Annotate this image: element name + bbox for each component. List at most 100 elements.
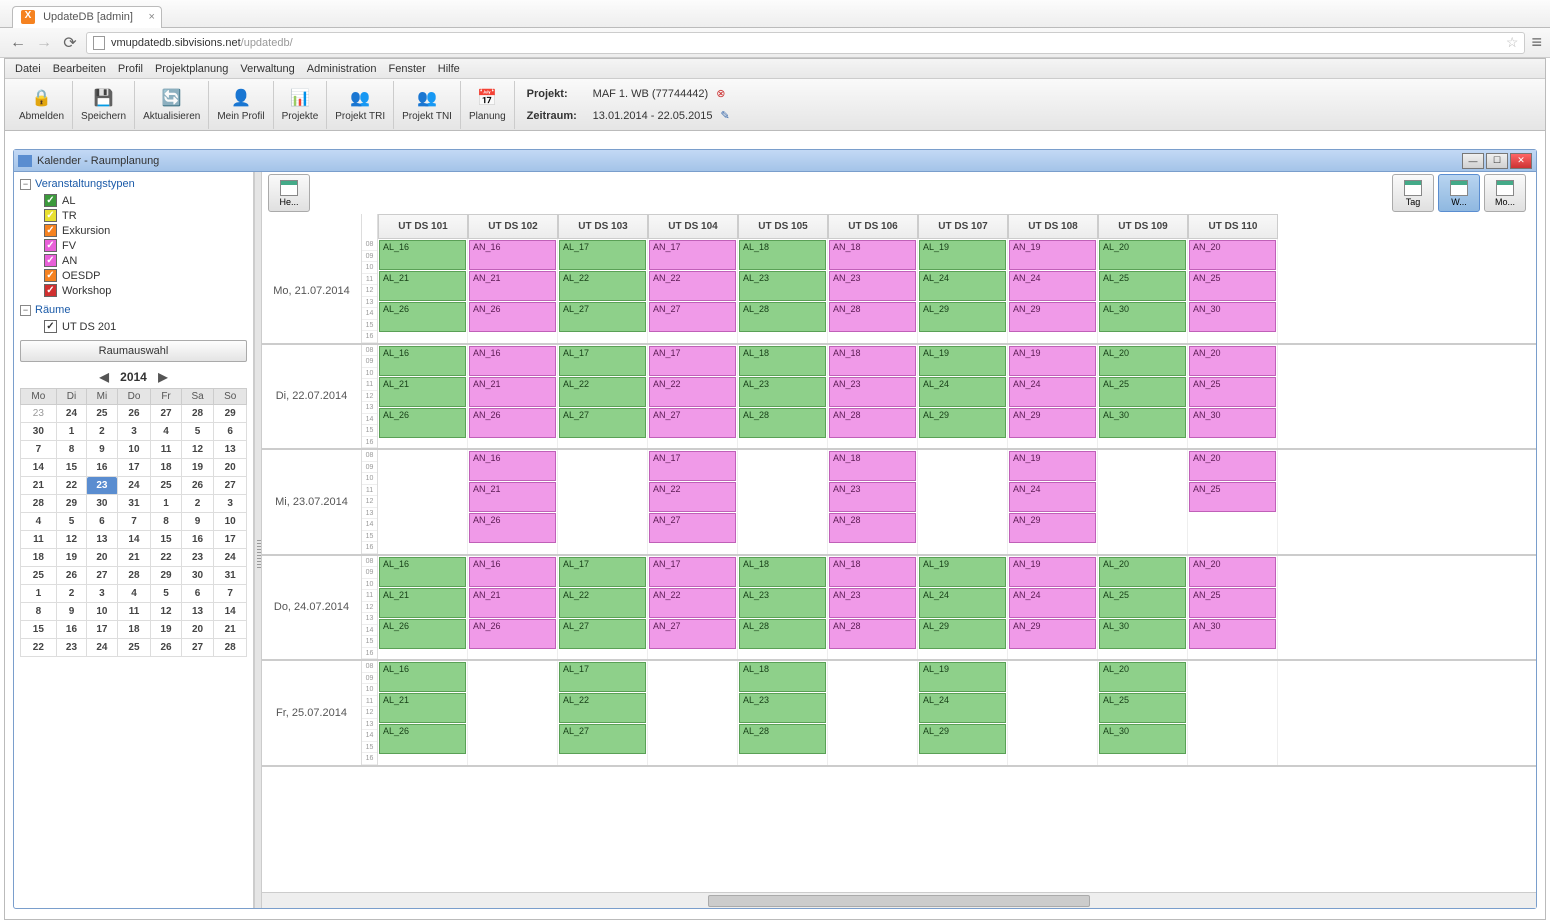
cal-day[interactable]: 3 <box>117 423 151 441</box>
an-event[interactable]: AN_21 <box>469 271 556 301</box>
cal-day[interactable]: 20 <box>214 459 247 477</box>
cal-day[interactable]: 3 <box>87 585 117 603</box>
toolbar-aktualisieren[interactable]: 🔄Aktualisieren <box>135 81 209 129</box>
al-event[interactable]: AL_27 <box>559 724 646 754</box>
cal-day[interactable]: 11 <box>151 441 181 459</box>
view-w[interactable]: W... <box>1438 174 1480 212</box>
cal-day[interactable]: 26 <box>56 567 86 585</box>
checkbox-icon[interactable]: ✓ <box>44 224 57 237</box>
an-event[interactable]: AN_26 <box>469 302 556 332</box>
cal-day[interactable]: 6 <box>87 513 117 531</box>
an-event[interactable]: AN_17 <box>649 451 736 481</box>
nav-back-icon[interactable]: ← <box>8 34 28 52</box>
al-event[interactable]: AL_29 <box>919 619 1006 649</box>
cal-day[interactable]: 23 <box>87 477 117 495</box>
room-cell[interactable]: AN_17AN_22AN_27 <box>648 450 738 554</box>
checkbox-icon[interactable]: ✓ <box>44 269 57 282</box>
menu-profil[interactable]: Profil <box>112 63 149 75</box>
cal-day[interactable]: 12 <box>181 441 214 459</box>
cal-day[interactable]: 9 <box>56 603 86 621</box>
al-event[interactable]: AL_20 <box>1099 557 1186 587</box>
an-event[interactable]: AN_22 <box>649 588 736 618</box>
proj-close-icon[interactable]: ⊗ <box>716 87 725 100</box>
cal-day[interactable]: 12 <box>151 603 181 621</box>
an-event[interactable]: AN_30 <box>1189 302 1276 332</box>
cal-day[interactable]: 5 <box>181 423 214 441</box>
cal-day[interactable]: 14 <box>21 459 57 477</box>
menu-datei[interactable]: Datei <box>9 63 47 75</box>
year-next-icon[interactable]: ▶ <box>150 370 175 384</box>
menu-hilfe[interactable]: Hilfe <box>432 63 466 75</box>
al-event[interactable]: AL_30 <box>1099 408 1186 438</box>
al-event[interactable]: AL_20 <box>1099 346 1186 376</box>
room-cell[interactable]: AL_17AL_22AL_27 <box>558 661 648 765</box>
an-event[interactable]: AN_25 <box>1189 482 1276 512</box>
cal-day[interactable]: 27 <box>214 477 247 495</box>
an-event[interactable]: AN_17 <box>649 557 736 587</box>
an-event[interactable]: AN_23 <box>829 588 916 618</box>
an-event[interactable]: AN_30 <box>1189 619 1276 649</box>
cal-day[interactable]: 28 <box>117 567 151 585</box>
cal-day[interactable]: 4 <box>117 585 151 603</box>
al-event[interactable]: AL_25 <box>1099 693 1186 723</box>
al-event[interactable]: AL_19 <box>919 346 1006 376</box>
menu-administration[interactable]: Administration <box>301 63 383 75</box>
cal-day[interactable]: 30 <box>181 567 214 585</box>
cal-day[interactable]: 14 <box>214 603 247 621</box>
cal-day[interactable]: 1 <box>21 585 57 603</box>
toolbar-projekt-tri[interactable]: 👥Projekt TRI <box>327 81 394 129</box>
room-cell[interactable]: AN_16AN_21AN_26 <box>468 345 558 449</box>
cal-day[interactable]: 25 <box>87 405 117 423</box>
cal-day[interactable]: 10 <box>87 603 117 621</box>
an-event[interactable]: AN_27 <box>649 619 736 649</box>
toolbar-projekte[interactable]: 📊Projekte <box>274 81 328 129</box>
an-event[interactable]: AN_18 <box>829 451 916 481</box>
room-cell[interactable]: AL_20AL_25AL_30 <box>1098 661 1188 765</box>
room-cell[interactable]: AL_16AL_21AL_26 <box>378 556 468 660</box>
cal-day[interactable]: 27 <box>151 405 181 423</box>
cal-day[interactable]: 7 <box>214 585 247 603</box>
al-event[interactable]: AL_28 <box>739 302 826 332</box>
an-event[interactable]: AN_16 <box>469 557 556 587</box>
cal-day[interactable]: 22 <box>21 639 57 657</box>
an-event[interactable]: AN_19 <box>1009 557 1096 587</box>
inner-close-icon[interactable]: ✕ <box>1510 153 1532 169</box>
al-event[interactable]: AL_18 <box>739 662 826 692</box>
an-event[interactable]: AN_29 <box>1009 408 1096 438</box>
al-event[interactable]: AL_17 <box>559 240 646 270</box>
cal-day[interactable]: 4 <box>151 423 181 441</box>
cal-day[interactable]: 25 <box>117 639 151 657</box>
cal-day[interactable]: 29 <box>214 405 247 423</box>
toolbar-speichern[interactable]: 💾Speichern <box>73 81 135 129</box>
al-event[interactable]: AL_17 <box>559 346 646 376</box>
al-event[interactable]: AL_29 <box>919 302 1006 332</box>
an-event[interactable]: AN_28 <box>829 302 916 332</box>
cal-day[interactable]: 24 <box>87 639 117 657</box>
al-event[interactable]: AL_23 <box>739 271 826 301</box>
cal-day[interactable]: 28 <box>21 495 57 513</box>
room-cell[interactable]: AN_17AN_22AN_27 <box>648 239 738 343</box>
cal-day[interactable]: 7 <box>21 441 57 459</box>
cal-day[interactable]: 11 <box>117 603 151 621</box>
toolbar-abmelden[interactable]: 🔒Abmelden <box>11 81 73 129</box>
menu-fenster[interactable]: Fenster <box>383 63 432 75</box>
checkbox-icon[interactable]: ✓ <box>44 254 57 267</box>
cal-day[interactable]: 19 <box>151 621 181 639</box>
cal-day[interactable]: 17 <box>87 621 117 639</box>
event-type-oesdp[interactable]: ✓OESDP <box>20 268 247 283</box>
checkbox-icon[interactable]: ✓ <box>44 209 57 222</box>
room-cell[interactable]: AL_20AL_25AL_30 <box>1098 345 1188 449</box>
al-event[interactable]: AL_19 <box>919 662 1006 692</box>
cal-day[interactable]: 16 <box>181 531 214 549</box>
toolbar-projekt-tni[interactable]: 👥Projekt TNI <box>394 81 461 129</box>
cal-day[interactable]: 25 <box>21 567 57 585</box>
chrome-menu-icon[interactable]: ≡ <box>1531 32 1542 53</box>
al-event[interactable]: AL_22 <box>559 693 646 723</box>
al-event[interactable]: AL_25 <box>1099 271 1186 301</box>
an-event[interactable]: AN_16 <box>469 240 556 270</box>
room-cell[interactable] <box>1098 450 1188 554</box>
an-event[interactable]: AN_21 <box>469 588 556 618</box>
cal-day[interactable]: 17 <box>117 459 151 477</box>
cal-day[interactable]: 29 <box>56 495 86 513</box>
al-event[interactable]: AL_18 <box>739 346 826 376</box>
